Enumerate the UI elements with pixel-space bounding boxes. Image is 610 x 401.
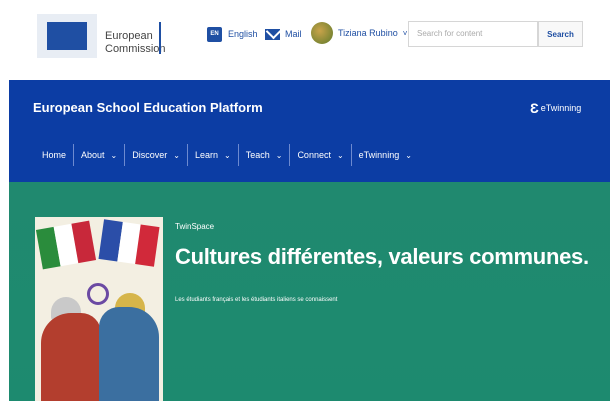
gaul-figure-illustration: [99, 307, 159, 401]
top-utility-bar: European Commission EN English Mail Tizi…: [0, 0, 610, 80]
site-header: European School Education Platform Ɛ eTw…: [9, 80, 610, 182]
nav-item-teach[interactable]: Teach ⌄: [239, 142, 290, 168]
chevron-down-icon: ⌄: [224, 150, 231, 160]
search-button[interactable]: Search: [538, 21, 583, 47]
nav-label: Connect: [297, 150, 331, 160]
language-label: English: [228, 29, 258, 39]
chevron-down-icon: ⌄: [110, 150, 118, 160]
nav-label: Discover: [132, 150, 168, 160]
language-selector[interactable]: EN English: [207, 25, 258, 43]
ec-logo-text: European Commission: [105, 30, 166, 56]
twinspace-hero: TwinSpace Cultures différentes, valeurs …: [9, 182, 610, 401]
nav-item-discover[interactable]: Discover ⌄: [125, 142, 187, 168]
nav-label: About: [81, 150, 105, 160]
chevron-down-icon: ⌄: [275, 150, 283, 160]
hero-eyebrow: TwinSpace: [175, 222, 215, 231]
french-flag-illustration: [98, 219, 160, 267]
hero-title: Cultures différentes, valeurs communes.: [175, 244, 589, 269]
chevron-down-icon: ⌄: [336, 150, 344, 160]
main-navigation: Home About ⌄ Discover ⌄ Learn ⌄ Teach ⌄: [35, 142, 419, 168]
nav-item-about[interactable]: About ⌄: [74, 142, 124, 168]
page: European Commission EN English Mail Tizi…: [0, 0, 610, 401]
user-name: Tiziana Rubino: [338, 28, 398, 38]
roman-figure-illustration: [41, 313, 101, 401]
nav-item-home[interactable]: Home: [35, 142, 73, 168]
etwinning-logo[interactable]: Ɛ eTwinning: [530, 100, 581, 116]
nav-item-connect[interactable]: Connect ⌄: [290, 142, 350, 168]
italian-flag-illustration: [35, 220, 97, 270]
nav-label: Teach: [245, 150, 270, 160]
project-cover-image: [35, 217, 163, 401]
nav-item-learn[interactable]: Learn ⌄: [188, 142, 238, 168]
nav-label: Learn: [194, 150, 218, 160]
nav-item-etwinning[interactable]: eTwinning ⌄: [352, 142, 419, 168]
user-menu[interactable]: Tiziana Rubino ˅: [311, 21, 407, 45]
ec-logo-divider: [159, 22, 161, 54]
chevron-down-icon: ⌄: [173, 150, 180, 160]
nav-label: Home: [42, 150, 67, 160]
mail-icon: [265, 28, 280, 40]
european-commission-logo[interactable]: European Commission: [37, 14, 167, 62]
chevron-down-icon: ⌄: [405, 150, 412, 160]
nav-label: eTwinning: [358, 150, 400, 160]
avatar: [311, 22, 333, 44]
hero-subtitle: Les étudiants français et les étudiants …: [175, 297, 338, 303]
search-input[interactable]: Search for content: [408, 21, 538, 47]
etwinning-logo-text: eTwinning: [540, 103, 582, 113]
ec-logo-line2: Commission: [105, 43, 166, 55]
peace-symbol-icon: [87, 283, 109, 305]
mail-label: Mail: [285, 29, 302, 39]
ec-logo-line1: European: [105, 30, 153, 42]
chevron-down-icon: ˅: [402, 28, 408, 38]
language-code-badge: EN: [207, 26, 222, 42]
mail-link[interactable]: Mail: [265, 25, 302, 43]
eu-flag-icon: [37, 14, 97, 58]
etwinning-logo-icon: Ɛ: [530, 100, 539, 116]
site-title[interactable]: European School Education Platform: [33, 100, 263, 115]
